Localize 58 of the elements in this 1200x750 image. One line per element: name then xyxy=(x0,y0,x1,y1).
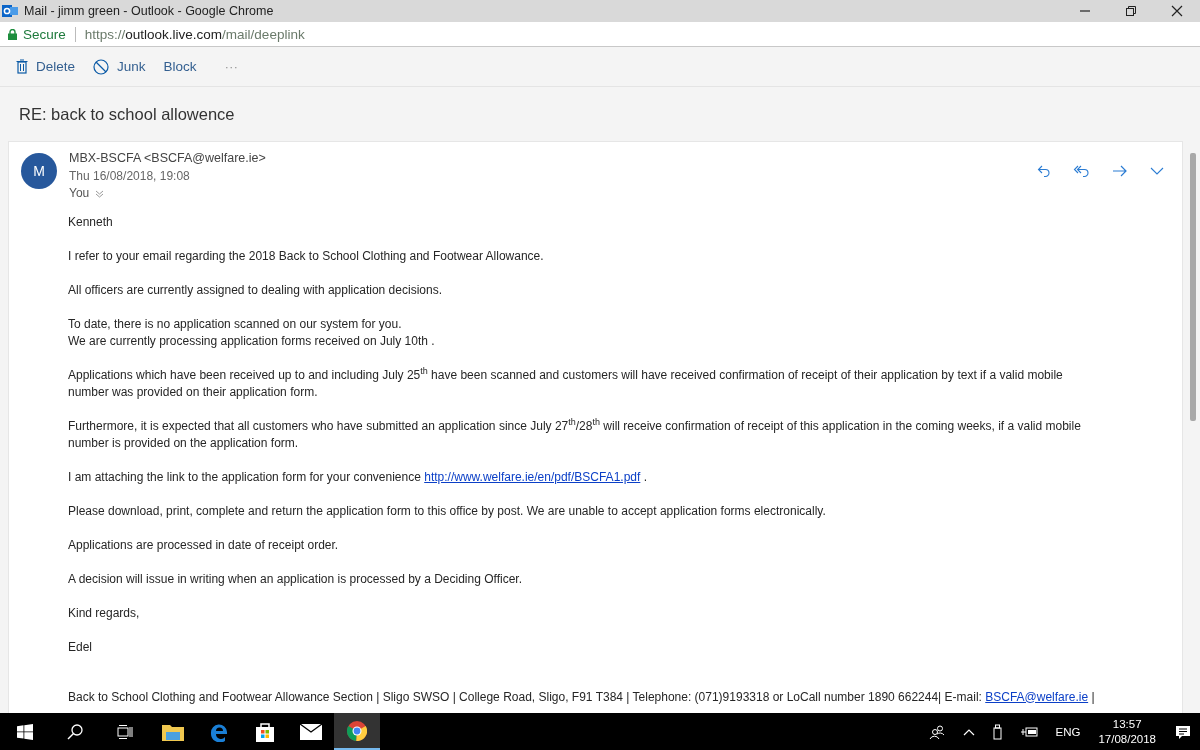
notification-icon[interactable] xyxy=(1175,723,1191,740)
language-indicator[interactable]: ENG xyxy=(1055,725,1081,738)
email-subject: RE: back to school allowence xyxy=(18,103,236,125)
trash-icon xyxy=(16,59,28,74)
sender-avatar: M xyxy=(21,153,57,189)
message-text: Applications which have been received up to and including July 25$^{th}$ have been scanned and customers will have received confirmation of receipt of their application by text if a valid mobile xyxy=(68,366,1063,384)
junk-button[interactable]: Junk xyxy=(87,54,152,79)
message-text: I am attaching the link to the application form for your convenience http://www.welfare.ie/en/pdf/BSCFA1.pdf . xyxy=(68,468,647,486)
clock-time[interactable]: 13:57 xyxy=(1112,716,1142,732)
forward-icon[interactable] xyxy=(1112,165,1128,177)
folder-icon xyxy=(162,722,184,741)
close-icon[interactable] xyxy=(1171,5,1183,17)
window-title: Mail - jimm green - Outlook - Google Chrome xyxy=(24,4,274,18)
security-label: Secure xyxy=(23,26,66,42)
pdf-link[interactable]: http://www.welfare.ie/en/pdf/BSCFA1.pdf xyxy=(424,469,641,484)
message-text: Kenneth xyxy=(68,213,113,231)
message-text: I refer to your email regarding the 2018 Back to School Clothing and Footwear Allowance. xyxy=(68,247,544,265)
message-text: Kind regards, xyxy=(68,604,140,622)
sender-name: MBX-BSCFA <BSCFA@welfare.ie> xyxy=(69,150,266,167)
email-link[interactable]: BSCFA@welfare.ie xyxy=(985,689,1089,704)
url-text: https://outlook.live.com/mail/deeplink xyxy=(84,26,305,42)
address-bar[interactable]: Secure https://outlook.live.com/mail/deeplink xyxy=(0,22,1200,47)
message-text: number was provided on their application form. xyxy=(68,383,318,401)
message-text: Please download, print, complete and return the application form to this office by post. We are unable to accept application forms electronically. xyxy=(68,502,826,520)
blocked-icon xyxy=(93,58,110,75)
people-icon[interactable] xyxy=(928,724,945,739)
restore-icon[interactable] xyxy=(1125,5,1137,17)
message-text: A decision will issue in writing when an application is processed by a Deciding Officer. xyxy=(68,570,522,588)
reply-all-icon[interactable] xyxy=(1073,164,1090,178)
message-text: Furthermore, it is expected that all customers who have submitted an application since July 27$^{th}$/28$^{th}$ will receive confirmation of receipt of this application in the coming weeks, if a valid mobile xyxy=(68,417,1081,435)
clock-date[interactable]: 17/08/2018 xyxy=(1098,731,1156,747)
battery-icon[interactable] xyxy=(1020,725,1039,738)
message-text: Edel xyxy=(68,638,93,656)
envelope-icon xyxy=(300,723,322,740)
chevron-down-icon[interactable] xyxy=(1150,167,1164,175)
chevron-up-icon[interactable] xyxy=(962,727,975,736)
message-text: Applications are processed in date of receipt order. xyxy=(68,536,339,554)
lock-icon xyxy=(8,28,17,40)
delete-button[interactable]: Delete xyxy=(10,55,82,78)
message-text: To date, there is no application scanned on our system for you. xyxy=(68,315,402,333)
search-icon[interactable] xyxy=(67,723,83,740)
message-text: We are currently processing application forms received on July 10th . xyxy=(68,332,435,350)
block-button[interactable]: Block xyxy=(157,55,203,78)
chrome-logo-icon xyxy=(347,720,367,741)
task-view-icon[interactable] xyxy=(117,723,133,740)
taskbar-button[interactable] xyxy=(334,713,380,750)
outlook-logo-icon xyxy=(2,4,18,18)
windows-logo-icon[interactable] xyxy=(17,723,33,740)
signature-text: Back to School Clothing and Footwear Allowance Section | Sligo SWSO | College Road, Sligo, F91 T384 | Telephone: (071)9193318 or LoCall number 1890 662244| E-mail: BSCFA@welfare.ie | xyxy=(68,688,1095,706)
reply-icon[interactable] xyxy=(1037,164,1051,178)
double-chevron-icon[interactable] xyxy=(95,189,105,198)
usb-drive-icon[interactable] xyxy=(992,723,1003,740)
shopping-bag-icon xyxy=(255,721,275,742)
message-text: number is provided on the application form. xyxy=(68,434,299,452)
recipient: You xyxy=(69,185,90,202)
message-text: All officers are currently assigned to dealing with application decisions. xyxy=(68,281,442,299)
sent-date: Thu 16/08/2018, 19:08 xyxy=(69,167,191,185)
scrollbar-thumb[interactable] xyxy=(1190,153,1196,421)
